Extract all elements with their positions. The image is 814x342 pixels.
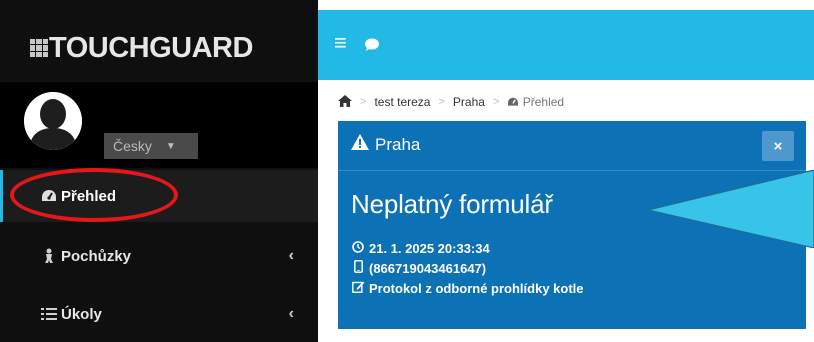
logo[interactable]: TOUCHGUARD bbox=[30, 30, 253, 66]
sidebar-item-prehled[interactable]: Přehled bbox=[0, 170, 318, 222]
dashboard-icon bbox=[508, 97, 519, 106]
hamburger-menu-icon[interactable]: ≡ bbox=[334, 32, 347, 54]
annotation-callout-arrow bbox=[648, 170, 814, 248]
patrol-icon bbox=[40, 248, 58, 264]
avatar[interactable] bbox=[24, 92, 82, 150]
breadcrumb-current-label: Přehled bbox=[522, 95, 565, 109]
edit-icon bbox=[351, 279, 365, 299]
tasks-icon bbox=[40, 307, 58, 321]
chevron-left-icon: ‹ bbox=[288, 305, 294, 322]
breadcrumb: > test tereza > Praha > Přehled bbox=[338, 94, 564, 110]
breadcrumb-separator: > bbox=[492, 96, 500, 108]
sidebar-item-pochuzky[interactable]: Pochůzky ‹ bbox=[0, 230, 318, 282]
sidebar-item-label: Pochůzky bbox=[61, 247, 132, 265]
home-icon[interactable] bbox=[338, 94, 352, 110]
alert-device-row: (866719043461647) bbox=[351, 259, 584, 279]
close-button[interactable]: × bbox=[762, 131, 794, 161]
alert-title: Praha bbox=[351, 134, 420, 155]
alert-form-name[interactable]: Protokol z odborné prohlídky kotle bbox=[369, 279, 584, 299]
breadcrumb-separator: > bbox=[360, 96, 367, 108]
sidebar-item-label: Přehled bbox=[61, 187, 117, 205]
breadcrumb-current: Přehled bbox=[507, 95, 564, 109]
chat-bubble-icon[interactable] bbox=[364, 34, 380, 56]
breadcrumb-item-praha[interactable]: Praha bbox=[453, 95, 485, 109]
alert-header: Praha × bbox=[338, 121, 806, 171]
top-navbar: ≡ bbox=[318, 10, 814, 80]
alert-heading: Neplatný formulář bbox=[351, 189, 553, 219]
logo-text: TOUCHGUARD bbox=[49, 31, 253, 64]
breadcrumb-item-test-tereza[interactable]: test tereza bbox=[374, 95, 430, 109]
dashboard-icon bbox=[40, 189, 58, 203]
alert-details: 21. 1. 2025 20:33:34 (866719043461647) P… bbox=[351, 239, 584, 299]
sidebar-item-label: Úkoly bbox=[61, 305, 102, 323]
warning-icon bbox=[351, 134, 369, 155]
sidebar-item-ukoly[interactable]: Úkoly ‹ bbox=[0, 288, 318, 340]
sidebar: TOUCHGUARD Česky ▼ Přehled Pochůzky ‹ Úk… bbox=[0, 0, 318, 342]
user-silhouette-icon bbox=[24, 92, 82, 150]
user-panel: Česky ▼ bbox=[0, 82, 318, 168]
chevron-left-icon: ‹ bbox=[288, 247, 294, 264]
clock-icon bbox=[351, 239, 365, 259]
caret-down-icon: ▼ bbox=[165, 140, 176, 152]
mobile-phone-icon bbox=[351, 259, 365, 279]
language-select[interactable]: Česky ▼ bbox=[104, 133, 198, 159]
alert-datetime-row: 21. 1. 2025 20:33:34 bbox=[351, 239, 584, 259]
alert-title-text: Praha bbox=[375, 134, 421, 154]
alert-form-row[interactable]: Protokol z odborné prohlídky kotle bbox=[351, 279, 584, 299]
language-label: Česky bbox=[113, 138, 152, 154]
logo-grid-icon bbox=[30, 39, 48, 57]
breadcrumb-separator: > bbox=[438, 96, 445, 108]
alert-device-id: (866719043461647) bbox=[369, 261, 487, 276]
alert-datetime: 21. 1. 2025 20:33:34 bbox=[369, 241, 490, 256]
